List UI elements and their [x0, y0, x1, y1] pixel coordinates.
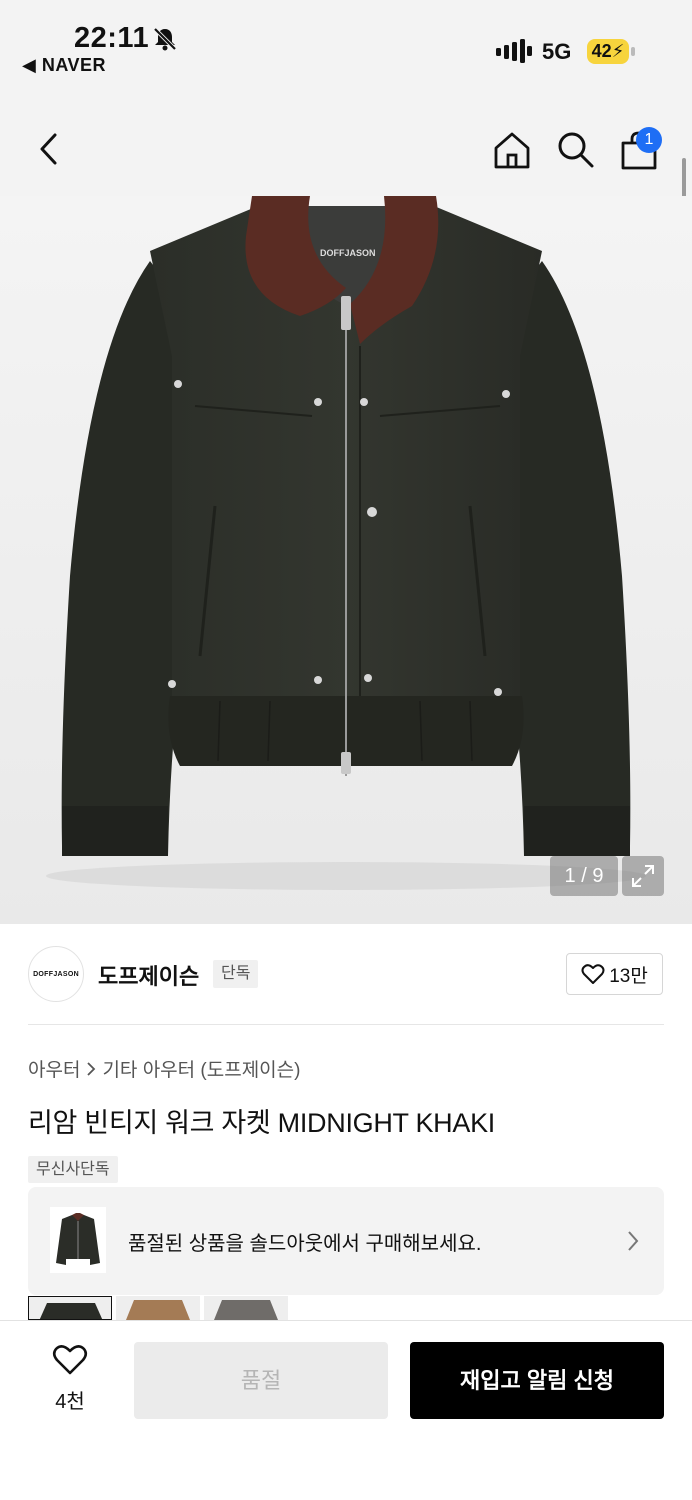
- back-button[interactable]: [26, 126, 72, 172]
- swatch-image: [204, 1296, 288, 1320]
- restock-alert-button[interactable]: 재입고 알림 신청: [410, 1342, 664, 1419]
- image-counter: 1 / 9: [550, 856, 618, 896]
- breadcrumb-parent[interactable]: 아우터: [28, 1055, 80, 1082]
- soldout-banner[interactable]: 품절된 상품을 솔드아웃에서 구매해보세요.: [28, 1187, 664, 1295]
- expand-icon: [632, 865, 654, 887]
- brand-like-button[interactable]: 13만: [566, 953, 663, 995]
- swatch-image: [29, 1297, 111, 1319]
- search-button[interactable]: [552, 126, 598, 172]
- search-icon: [558, 132, 594, 168]
- signal-icon: [496, 39, 532, 63]
- cart-count-badge: 1: [636, 127, 662, 153]
- breadcrumb-child[interactable]: 기타 아우터 (도프제이슨): [102, 1055, 300, 1082]
- wishlist-count: 4천: [55, 1391, 85, 1413]
- divider: [28, 1024, 664, 1025]
- soldout-banner-text: 품절된 상품을 솔드아웃에서 구매해보세요.: [128, 1233, 482, 1255]
- heart-outline-icon: [581, 964, 605, 984]
- brand-logo[interactable]: DOFFJASON: [28, 946, 84, 1002]
- color-swatch-khaki[interactable]: [28, 1296, 112, 1320]
- color-swatch-brown[interactable]: [116, 1296, 200, 1320]
- brand-name-link[interactable]: 도프제이슨: [98, 959, 199, 991]
- battery-level: 42: [591, 41, 612, 61]
- brand-like-count: 13만: [609, 965, 648, 987]
- battery-indicator: 42⚡: [587, 39, 629, 64]
- heart-outline-icon: [52, 1345, 88, 1375]
- expand-image-button[interactable]: [622, 856, 664, 896]
- chevron-right-icon: [628, 1231, 639, 1251]
- exclusive-badge: 단독: [213, 960, 259, 988]
- wishlist-button[interactable]: 4천: [40, 1344, 100, 1414]
- banner-product-thumbnail: [50, 1207, 106, 1273]
- soldout-button: 품절: [134, 1342, 388, 1419]
- breadcrumb: 아우터 기타 아우터 (도프제이슨): [28, 1055, 300, 1082]
- product-title: 리암 빈티지 워크 자켓 MIDNIGHT KHAKI: [28, 1108, 495, 1138]
- color-swatch-gray[interactable]: [204, 1296, 288, 1320]
- product-image[interactable]: DOFFJASON: [0, 196, 692, 924]
- chevron-left-icon: [40, 133, 57, 165]
- jacket-illustration: DOFFJASON: [46, 196, 646, 890]
- exclusive-tag: 무신사단독: [28, 1156, 118, 1183]
- chevron-right-icon: [87, 1061, 96, 1076]
- swatch-image: [116, 1296, 200, 1320]
- status-time: 22:11: [74, 22, 150, 54]
- jacket-brand-label: DOFFJASON: [320, 248, 376, 258]
- network-type: 5G: [542, 39, 572, 64]
- bell-muted-icon: [153, 27, 177, 51]
- home-button[interactable]: [489, 127, 535, 173]
- back-to-naver-link[interactable]: ◀ NAVER: [22, 55, 106, 76]
- home-icon: [494, 132, 530, 169]
- battery-cap: [631, 47, 635, 56]
- top-navigation: [0, 90, 692, 196]
- status-bar: 22:11 ◀ NAVER 5G 42⚡: [0, 0, 692, 90]
